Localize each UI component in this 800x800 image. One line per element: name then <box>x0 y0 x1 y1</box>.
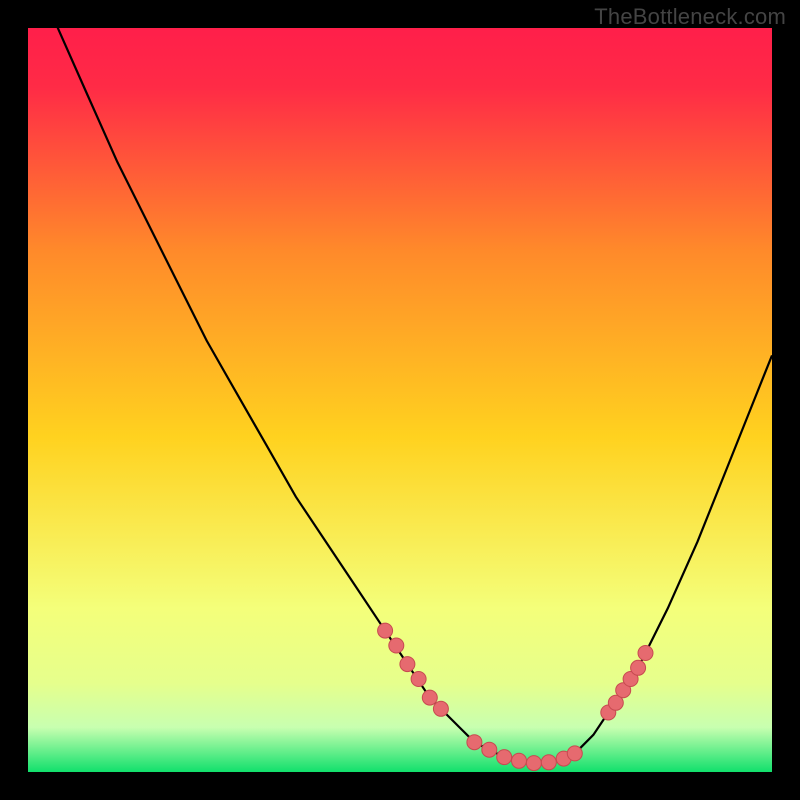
marker-point <box>467 735 482 750</box>
marker-point <box>389 638 404 653</box>
watermark-text: TheBottleneck.com <box>594 4 786 30</box>
marker-point <box>541 755 556 770</box>
marker-point <box>567 746 582 761</box>
gradient-bg <box>28 28 772 772</box>
marker-point <box>526 756 541 771</box>
marker-point <box>512 753 527 768</box>
marker-point <box>411 672 426 687</box>
marker-point <box>422 690 437 705</box>
chart-area <box>28 28 772 772</box>
marker-point <box>631 660 646 675</box>
marker-point <box>638 646 653 661</box>
marker-point <box>497 750 512 765</box>
marker-point <box>378 623 393 638</box>
marker-point <box>400 657 415 672</box>
marker-point <box>433 701 448 716</box>
chart-svg <box>28 28 772 772</box>
marker-point <box>482 742 497 757</box>
